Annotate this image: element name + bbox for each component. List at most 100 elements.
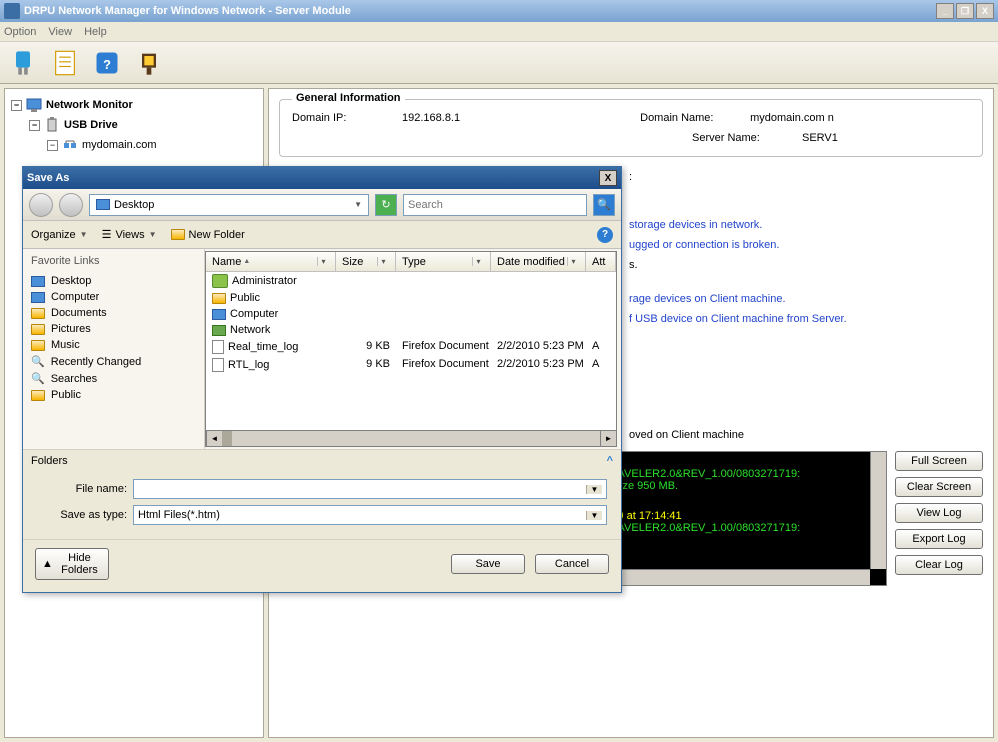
expander-icon[interactable]: −: [47, 140, 58, 151]
hide-folders-button[interactable]: ▲ Hide Folders: [35, 548, 109, 580]
favorite-link[interactable]: Desktop: [31, 273, 196, 289]
file-row[interactable]: Network: [206, 322, 616, 338]
save-button[interactable]: Save: [451, 554, 525, 574]
restore-button[interactable]: ❐: [956, 3, 974, 19]
col-att[interactable]: Att: [586, 252, 616, 271]
tree-usb[interactable]: − USB Drive: [11, 115, 257, 135]
saveastype-combo[interactable]: Html Files(*.htm) ▼: [133, 505, 607, 525]
file-row[interactable]: Public: [206, 290, 616, 306]
monitor-icon: [31, 292, 45, 303]
filename-label: File name:: [37, 483, 133, 495]
status-line: s.: [629, 255, 983, 275]
search-input[interactable]: [403, 194, 587, 216]
chevron-down-icon[interactable]: ▾: [567, 257, 579, 266]
minimize-button[interactable]: _: [936, 3, 954, 19]
domain-name-label: Domain Name:: [640, 112, 730, 124]
menu-help[interactable]: Help: [84, 26, 107, 38]
col-type[interactable]: Type▾: [396, 252, 491, 271]
tree-domain-label: mydomain.com: [82, 139, 157, 151]
tree-domain[interactable]: − mydomain.com: [11, 135, 257, 155]
domain-icon: [62, 137, 78, 153]
back-button[interactable]: [29, 193, 53, 217]
save-as-toolbar: Organize ▼ ☰ Views ▼ New Folder ?: [23, 221, 621, 249]
general-info-fieldset: General Information Domain IP: 192.168.8…: [279, 99, 983, 157]
file-size: [336, 273, 396, 289]
file-size: [336, 291, 396, 305]
new-folder-button[interactable]: New Folder: [171, 229, 245, 241]
menu-view[interactable]: View: [48, 26, 72, 38]
favorite-label: Computer: [51, 291, 99, 303]
scroll-right-icon[interactable]: ►: [600, 431, 616, 446]
chevron-down-icon[interactable]: ▾: [377, 257, 389, 266]
file-size: [336, 307, 396, 321]
file-row[interactable]: Computer: [206, 306, 616, 322]
close-button[interactable]: X: [976, 3, 994, 19]
chevron-down-icon[interactable]: ▾: [472, 257, 484, 266]
expander-icon[interactable]: −: [11, 100, 22, 111]
col-date[interactable]: Date modified▾: [491, 252, 586, 271]
full-screen-button[interactable]: Full Screen: [895, 451, 983, 471]
file-att: [586, 291, 616, 305]
app-icon: [4, 3, 20, 19]
dialog-close-button[interactable]: X: [599, 170, 617, 186]
export-log-button[interactable]: Export Log: [895, 529, 983, 549]
file-att: [586, 307, 616, 321]
favorite-link[interactable]: 🔍Searches: [31, 370, 196, 387]
favorite-link[interactable]: Music: [31, 337, 196, 353]
chevron-down-icon[interactable]: ▾: [317, 257, 329, 266]
user-icon: [212, 274, 228, 288]
clear-log-button[interactable]: Clear Log: [895, 555, 983, 575]
file-type: [396, 273, 491, 289]
view-log-button[interactable]: View Log: [895, 503, 983, 523]
scroll-left-icon[interactable]: ◄: [206, 431, 222, 446]
favorite-link[interactable]: Computer: [31, 289, 196, 305]
file-size: 9 KB: [336, 339, 396, 355]
chevron-down-icon[interactable]: ▼: [586, 485, 602, 494]
expander-icon[interactable]: −: [29, 120, 40, 131]
folders-band[interactable]: Folders ^: [23, 449, 621, 471]
toolbar-document-icon[interactable]: [48, 46, 82, 80]
col-name[interactable]: Name▲▾: [206, 252, 336, 271]
file-name: Network: [230, 324, 270, 336]
file-row[interactable]: RTL_log9 KBFirefox Document2/2/2010 5:23…: [206, 356, 616, 374]
file-name: Public: [230, 292, 260, 304]
file-icon: [212, 340, 224, 354]
usb-icon: [44, 117, 60, 133]
toolbar-about-icon[interactable]: [132, 46, 166, 80]
favorite-link[interactable]: Documents: [31, 305, 196, 321]
save-as-titlebar[interactable]: Save As X: [23, 167, 621, 189]
status-line: storage devices in network.: [629, 215, 983, 235]
favorite-link[interactable]: Public: [31, 387, 196, 403]
filename-input[interactable]: [138, 483, 586, 495]
search-button[interactable]: 🔍: [593, 194, 615, 216]
file-date: [491, 323, 586, 337]
location-combo[interactable]: Desktop ▼: [89, 194, 369, 216]
chevron-up-icon[interactable]: ^: [607, 455, 613, 467]
toolbar-connect-icon[interactable]: [6, 46, 40, 80]
views-icon: ☰: [102, 228, 112, 241]
chevron-down-icon[interactable]: ▼: [354, 200, 362, 209]
location-text: Desktop: [114, 199, 154, 211]
cancel-button[interactable]: Cancel: [535, 554, 609, 574]
toolbar-help-icon[interactable]: ?: [90, 46, 124, 80]
filename-combo[interactable]: ▼: [133, 479, 607, 499]
chevron-down-icon[interactable]: ▼: [586, 511, 602, 520]
file-list-scrollbar[interactable]: ◄ ►: [206, 430, 616, 446]
refresh-button[interactable]: ↻: [375, 194, 397, 216]
favorite-label: Recently Changed: [51, 356, 142, 368]
organize-menu[interactable]: Organize ▼: [31, 229, 88, 241]
tree-root[interactable]: − Network Monitor: [11, 95, 257, 115]
file-date: [491, 307, 586, 321]
status-line: ugged or connection is broken.: [629, 235, 983, 255]
favorite-link[interactable]: Pictures: [31, 321, 196, 337]
col-size[interactable]: Size▾: [336, 252, 396, 271]
log-scrollbar-vertical[interactable]: [870, 452, 886, 569]
file-row[interactable]: Real_time_log9 KBFirefox Document2/2/201…: [206, 338, 616, 356]
clear-screen-button[interactable]: Clear Screen: [895, 477, 983, 497]
help-icon[interactable]: ?: [597, 227, 613, 243]
menu-option[interactable]: Option: [4, 26, 36, 38]
file-row[interactable]: Administrator: [206, 272, 616, 290]
favorite-link[interactable]: 🔍Recently Changed: [31, 353, 196, 370]
views-menu[interactable]: ☰ Views ▼: [102, 228, 157, 241]
forward-button[interactable]: [59, 193, 83, 217]
